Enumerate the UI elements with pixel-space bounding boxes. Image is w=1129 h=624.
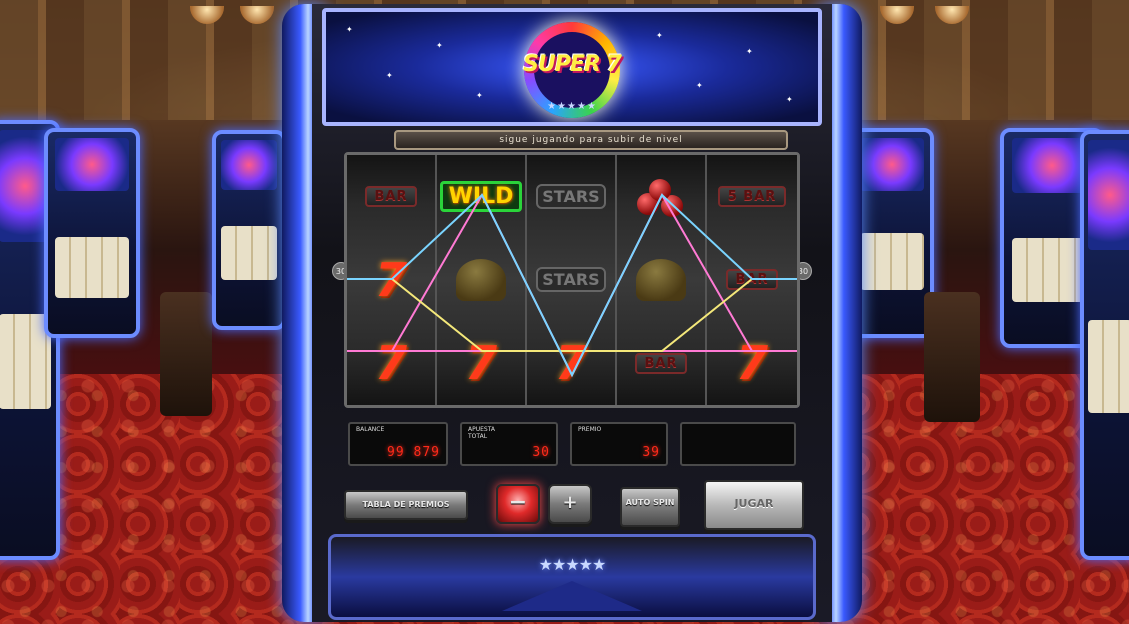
bell-icon [636,258,686,301]
reel-symbol-seven: 7 [374,252,407,307]
reel-symbol-bar: BAR [725,269,779,291]
base-decoration [502,581,642,611]
reel-symbol-seven: 7 [554,336,587,391]
reel-symbol-seven: 7 [735,336,768,391]
reel-symbol-stars: STARS [536,184,606,210]
balance-label: BALANCE [356,426,385,433]
level-banner: sigue jugando para subir de nivel [394,130,788,150]
reel-symbol-wild: WILD [439,181,523,213]
side-machine-topper [860,138,924,191]
side-slot-machine [212,130,286,330]
side-machine-screen [55,237,129,298]
increase-bet-button[interactable]: + [548,484,592,524]
prize-value: 39 [642,445,660,460]
side-slot-machine [44,128,140,338]
spin-button[interactable]: JUGAR [704,480,804,530]
bell-icon [456,258,506,301]
side-stool [160,292,212,416]
side-machine-topper [1088,140,1129,250]
side-machine-screen [221,226,277,280]
reel-symbol-seven: 7 [464,336,497,391]
reel: WILD 7 [437,155,527,405]
cabinet-topper: ✦ ✦ ✦ ✦ ✦ ✦ ✦ ✦ SUPER 7 ★★★★★ [322,8,822,126]
empty-meter [680,422,796,466]
prize-label: PREMIO [578,426,602,433]
auto-spin-button[interactable]: AUTO SPIN [620,487,680,527]
reel-symbol-bar: BAR [364,186,418,208]
balance-meter: BALANCE 99 879 [348,422,448,466]
base-stars-icon: ★★★★★ [538,555,607,574]
side-machine-topper [55,138,129,191]
side-machine-topper [221,140,277,190]
side-stool [924,292,980,422]
side-machine-screen [860,233,924,290]
logo-text: SUPER 7 [523,52,622,77]
side-slot-machine [1080,130,1129,560]
reel: 5 BAR BAR 7 [707,155,797,405]
prize-meter: PREMIO 39 [570,422,668,466]
slot-machine-cabinet: ✦ ✦ ✦ ✦ ✦ ✦ ✦ ✦ SUPER 7 ★★★★★ sigue juga… [282,4,862,622]
total-bet-label: APUESTA TOTAL [468,426,496,440]
reel-window: BAR 7 7 WILD 7 STARS STARS 7 BAR 5 BAR B… [344,152,800,408]
super7-logo: SUPER 7 ★★★★★ [523,22,622,118]
reel-symbol-bar: BAR [634,352,688,374]
reel: BAR [617,155,707,405]
logo-stars: ★★★★★ [547,101,597,112]
reel: STARS STARS 7 [527,155,617,405]
cabinet-base: ★★★★★ [328,534,816,620]
total-bet-value: 30 [532,445,550,460]
reel-symbol-seven: 7 [374,336,407,391]
paytable-button[interactable]: TABLA DE PREMIOS [344,490,468,520]
reel-symbol-stars: STARS [536,267,606,293]
total-bet-meter: APUESTA TOTAL 30 [460,422,558,466]
side-machine-screen [1088,319,1129,413]
reel-symbol-5bar: 5 BAR [717,186,787,208]
reel: BAR 7 7 [347,155,437,405]
side-slot-machine [850,128,934,338]
meter-panel: BALANCE 99 879 APUESTA TOTAL 30 PREMIO 3… [348,422,796,468]
cherry-icon [635,175,687,219]
decrease-bet-button[interactable]: − [496,484,540,524]
balance-value: 99 879 [387,445,440,460]
